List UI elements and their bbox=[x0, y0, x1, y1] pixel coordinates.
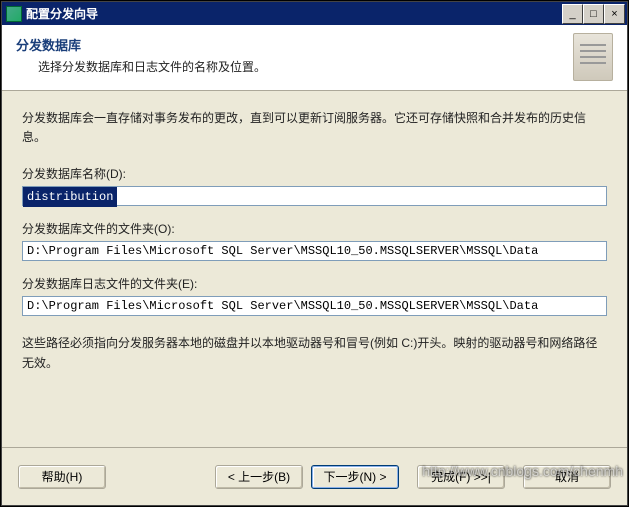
button-bar: 帮助(H) < 上一步(B) 下一步(N) > 完成(F) >>| 取消 bbox=[2, 447, 627, 505]
next-button[interactable]: 下一步(N) > bbox=[311, 465, 399, 489]
window-controls: _ □ × bbox=[562, 4, 625, 24]
intro-text: 分发数据库会一直存储对事务发布的更改，直到可以更新订阅服务器。它还可存储快照和合… bbox=[22, 109, 607, 147]
page-subtitle: 选择分发数据库和日志文件的名称及位置。 bbox=[38, 58, 613, 75]
back-button[interactable]: < 上一步(B) bbox=[215, 465, 303, 489]
wizard-window: 配置分发向导 _ □ × 分发数据库 选择分发数据库和日志文件的名称及位置。 分… bbox=[1, 1, 628, 506]
log-folder-label: 分发数据库日志文件的文件夹(E): bbox=[22, 275, 607, 292]
db-folder-input[interactable] bbox=[22, 241, 607, 261]
help-button[interactable]: 帮助(H) bbox=[18, 465, 106, 489]
db-name-value: distribution bbox=[23, 187, 117, 207]
path-note: 这些路径必须指向分发服务器本地的磁盘并以本地驱动器号和冒号(例如 C:)开头。映… bbox=[22, 334, 607, 372]
wizard-header: 分发数据库 选择分发数据库和日志文件的名称及位置。 bbox=[2, 25, 627, 91]
db-name-label: 分发数据库名称(D): bbox=[22, 165, 607, 182]
window-title: 配置分发向导 bbox=[26, 5, 562, 22]
page-title: 分发数据库 bbox=[16, 35, 613, 54]
header-graphic-icon bbox=[573, 33, 613, 81]
close-button[interactable]: × bbox=[604, 4, 625, 24]
maximize-button[interactable]: □ bbox=[583, 4, 604, 24]
wizard-content: 分发数据库会一直存储对事务发布的更改，直到可以更新订阅服务器。它还可存储快照和合… bbox=[2, 91, 627, 447]
db-name-input[interactable]: distribution bbox=[22, 186, 607, 206]
log-folder-input[interactable] bbox=[22, 296, 607, 316]
db-folder-label: 分发数据库文件的文件夹(O): bbox=[22, 220, 607, 237]
titlebar: 配置分发向导 _ □ × bbox=[2, 2, 627, 25]
cancel-button[interactable]: 取消 bbox=[523, 465, 611, 489]
minimize-button[interactable]: _ bbox=[562, 4, 583, 24]
app-icon bbox=[6, 6, 22, 22]
finish-button[interactable]: 完成(F) >>| bbox=[417, 465, 505, 489]
